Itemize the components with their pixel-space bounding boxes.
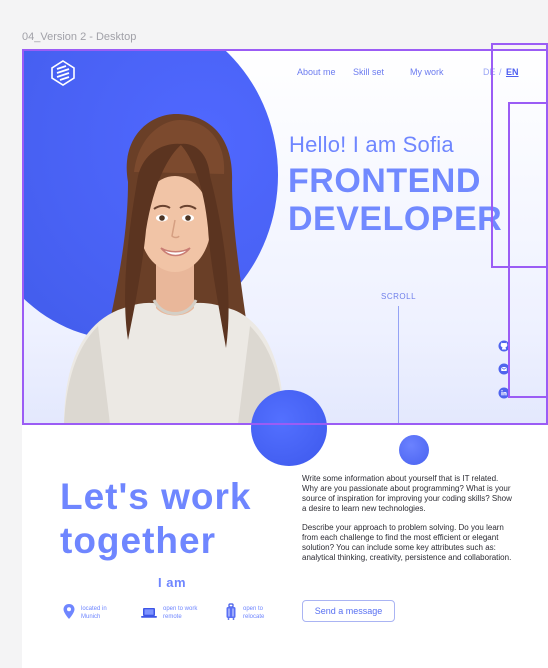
facts-row: located in Munich open to work remote op… xyxy=(22,603,302,627)
about-text: Write some information about yourself th… xyxy=(302,474,512,563)
section-heading-line-2: together xyxy=(60,520,216,561)
about-paragraph-2: Describe your approach to problem solvin… xyxy=(302,523,512,562)
selection-frame-right-bottom xyxy=(508,102,548,398)
fact-location-line-2: Munich xyxy=(81,614,101,620)
fact-remote-line-1: open to work xyxy=(163,606,198,612)
i-am-label: I am xyxy=(157,575,186,590)
fact-relocate: open to relocate xyxy=(224,603,264,621)
laptop-icon xyxy=(141,608,157,618)
fact-relocate-line-2: relocate xyxy=(243,614,265,620)
fact-location: located in Munich xyxy=(62,603,107,621)
location-pin-icon xyxy=(63,604,75,619)
fact-location-line-1: located in xyxy=(81,606,107,612)
fact-remote: open to work remote xyxy=(140,603,197,621)
send-message-button[interactable]: Send a message xyxy=(302,600,395,622)
fact-relocate-line-1: open to xyxy=(243,606,264,612)
frame-title: 04_Version 2 - Desktop xyxy=(22,31,137,43)
section-heading-line-1: Let's work xyxy=(60,476,252,517)
about-paragraph-1: Write some information about yourself th… xyxy=(302,474,512,513)
decorative-circle-small xyxy=(399,435,429,465)
selection-frame-hero xyxy=(22,49,548,425)
section-heading: Let's work together xyxy=(60,475,252,563)
fact-remote-line-2: remote xyxy=(163,614,182,620)
suitcase-icon xyxy=(226,603,236,620)
